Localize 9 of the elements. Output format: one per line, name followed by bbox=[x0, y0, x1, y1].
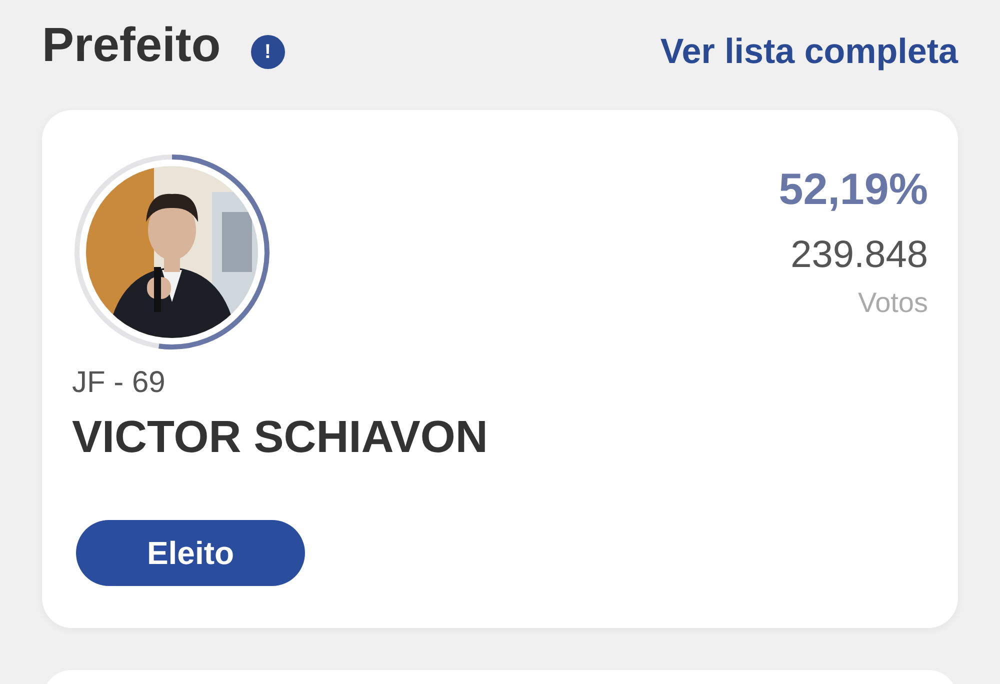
votes-label: Votos bbox=[858, 286, 928, 320]
candidate-name: VICTOR SCHIAVON bbox=[72, 414, 488, 459]
vote-percentage: 52,19% bbox=[778, 168, 928, 212]
status-button[interactable]: Eleito bbox=[76, 520, 305, 586]
section-title: Prefeito bbox=[42, 22, 221, 70]
info-icon[interactable]: ! bbox=[250, 35, 285, 69]
candidate-code: JF - 69 bbox=[72, 368, 166, 398]
vote-count: 239.848 bbox=[790, 236, 928, 274]
full-list-link[interactable]: Ver lista completa bbox=[660, 26, 958, 78]
